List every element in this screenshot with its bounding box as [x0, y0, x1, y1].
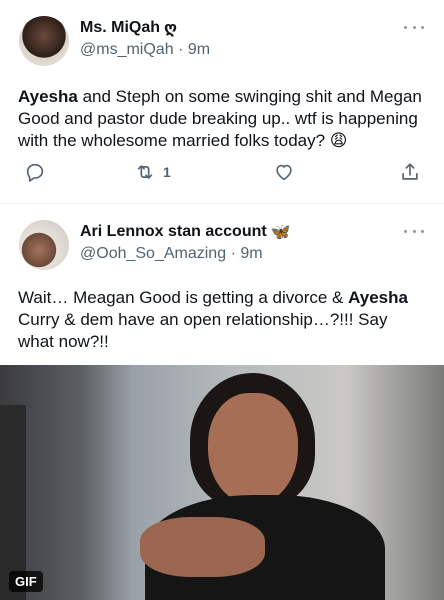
author-row: Ari Lennox stan account 🦋 [80, 221, 291, 243]
tweet-text-body: and Steph on some swinging shit and Mega… [18, 87, 422, 150]
author-row: Ms. MiQah ღ [80, 17, 177, 39]
tweet[interactable]: Ari Lennox stan account 🦋 @Ooh_So_Amazin… [0, 203, 444, 600]
media-person-face [208, 393, 298, 505]
mention-bold: Ayesha [348, 288, 408, 307]
reply-icon [26, 163, 44, 182]
tweet[interactable]: Ms. MiQah ღ @ms_miQah · 9m Ayesha and St… [0, 0, 444, 203]
avatar[interactable] [19, 16, 69, 66]
tweet-time[interactable]: 9m [188, 41, 210, 58]
heart-icon [276, 164, 292, 181]
more-options-icon[interactable] [404, 226, 424, 236]
retweet-icon [137, 165, 153, 179]
author-name[interactable]: Ari Lennox stan account [80, 223, 267, 241]
author-handle[interactable]: @ms_miQah [80, 41, 174, 58]
tweet-actions: 1 [0, 158, 444, 186]
share-icon [402, 163, 418, 180]
retweet-count: 1 [163, 164, 171, 180]
handle-row: @Ooh_So_Amazing · 9m [80, 245, 263, 265]
like-button[interactable] [273, 158, 295, 186]
gif-badge: GIF [9, 571, 43, 592]
gif-media[interactable]: GIF [0, 365, 444, 600]
separator: · [178, 41, 184, 58]
tweet-text-part: Curry & dem have an open relationship…?!… [18, 310, 388, 351]
tweet-text-part: Wait… Meagan Good is getting a divorce & [18, 288, 349, 307]
media-person-hands [140, 517, 265, 577]
share-button[interactable] [399, 158, 421, 186]
author-name[interactable]: Ms. MiQah [80, 19, 160, 37]
mention-bold: Ayesha [18, 87, 78, 106]
tweet-text: Ayesha and Steph on some swinging shit a… [18, 86, 428, 152]
reply-button[interactable] [24, 158, 46, 186]
author-name-suffix: ღ [164, 20, 178, 37]
separator: · [230, 245, 236, 262]
author-handle[interactable]: @Ooh_So_Amazing [80, 245, 226, 262]
retweet-button[interactable]: 1 [134, 158, 171, 186]
avatar[interactable] [19, 220, 69, 270]
handle-row: @ms_miQah · 9m [80, 41, 210, 61]
butterfly-icon: 🦋 [270, 224, 291, 241]
tweet-time[interactable]: 9m [240, 245, 262, 262]
more-options-icon[interactable] [404, 22, 424, 32]
tweet-text: Wait… Meagan Good is getting a divorce &… [18, 287, 428, 353]
